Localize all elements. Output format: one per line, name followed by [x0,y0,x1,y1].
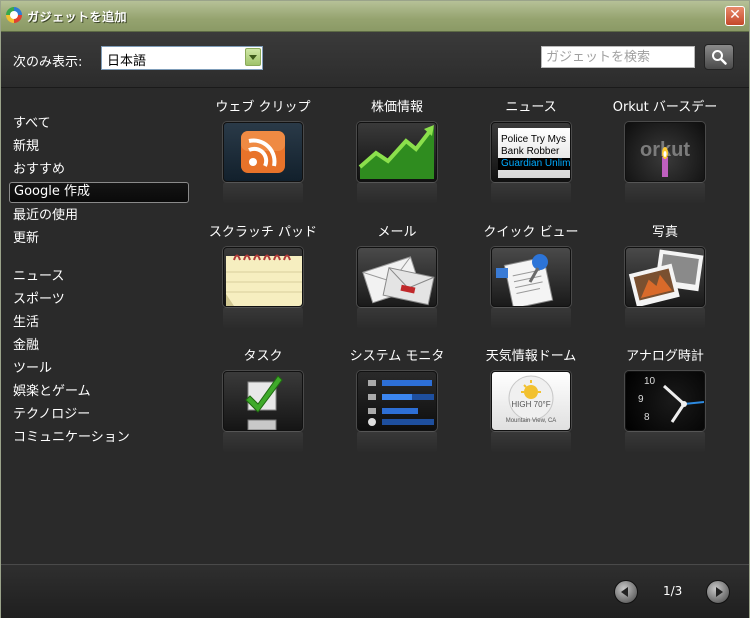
gadget-label: 株価情報 [370,100,423,115]
gadget-label: アナログ時計 [626,349,704,364]
tasks-checkbox-icon[interactable] [223,371,303,431]
gadget-scratch-pad[interactable]: スクラッチ パッド [203,221,323,331]
weather-temperature: HIGH 70°F [511,400,551,409]
category-new[interactable]: 新規 [9,137,189,158]
gadget-label: 天気情報ドーム [485,349,577,364]
category-news[interactable]: ニュース [9,267,189,288]
orkut-cake-icon[interactable]: orkut [625,122,705,182]
language-value: 日本語 [107,54,147,69]
system-monitor-icon[interactable] [357,371,437,431]
news-icon[interactable]: Police Try Mys Bank Robber Guardian Unli… [491,122,571,182]
gadget-web-clip[interactable]: ウェブ クリップ [203,96,323,206]
quick-view-icon[interactable] [491,247,571,307]
gadget-orkut-birthday[interactable]: Orkut バースデー orkut [605,96,725,206]
gadget-label: ウェブ クリップ [215,100,311,115]
news-source: Guardian Unlim [498,158,570,170]
gadget-label: 写真 [651,225,678,240]
analog-clock-icon[interactable]: 10 9 8 [625,371,705,431]
category-finance[interactable]: 金融 [9,336,189,357]
gadget-label: クイック ビュー [483,225,579,240]
gadget-stock-quotes[interactable]: 株価情報 [337,96,457,206]
filter-label: 次のみ表示: [13,55,83,70]
gadget-label: タスク [243,349,283,364]
gadget-tasks[interactable]: タスク [203,345,323,455]
category-google[interactable]: Google 作成 [9,182,189,203]
category-updated[interactable]: 更新 [9,229,189,250]
add-gadgets-window: ガジェットを追加 ✕ 次のみ表示: 日本語 すべて 新規 おすすめ Google… [0,0,750,618]
weather-globe-icon[interactable]: HIGH 70°F Mountain View, CA [491,371,571,431]
mail-icon[interactable] [357,247,437,307]
gadget-analog-clock[interactable]: アナログ時計 10 9 8 [605,345,725,455]
gadget-label: ニュース [505,100,557,115]
photos-icon[interactable] [625,247,705,307]
google-desktop-icon [6,7,22,23]
prev-page-button[interactable] [614,580,638,604]
weather-location: Mountain View, CA [505,418,557,424]
news-headline-1: Police Try Mys [501,134,567,145]
category-recommended[interactable]: おすすめ [9,160,189,181]
category-tools[interactable]: ツール [9,359,189,380]
close-button[interactable]: ✕ [725,6,745,26]
pagination-bar: 1/3 [1,564,749,618]
next-page-button[interactable] [706,580,730,604]
gadget-news[interactable]: ニュース Police Try Mys Bank Robber Guardian… [471,96,591,206]
gadget-label: システム モニタ [349,349,445,364]
search-input[interactable] [541,46,695,68]
gadget-mail[interactable]: メール [337,221,457,331]
gadget-photos[interactable]: 写真 [605,221,725,331]
window-title: ガジェットを追加 [27,10,128,24]
rss-icon[interactable] [223,122,303,182]
title-bar[interactable]: ガジェットを追加 ✕ [1,1,749,32]
category-all[interactable]: すべて [9,114,189,135]
language-select[interactable]: 日本語 [101,46,263,70]
gadget-label: Orkut バースデー [612,100,718,115]
category-communication[interactable]: コミュニケーション [9,428,189,449]
gadget-label: スクラッチ パッド [208,225,318,240]
news-headline-2: Bank Robber [501,146,560,157]
gadget-system-monitor[interactable]: システム モニタ [337,345,457,455]
category-recent[interactable]: 最近の使用 [9,206,189,227]
chevron-down-icon[interactable] [245,48,261,66]
gadget-quick-view[interactable]: クイック ビュー [471,221,591,331]
category-lifestyle[interactable]: 生活 [9,313,189,334]
notepad-icon[interactable] [223,247,303,307]
page-indicator: 1/3 [663,584,683,598]
search-icon [712,50,727,65]
category-technology[interactable]: テクノロジー [9,405,189,426]
stock-chart-icon[interactable] [357,122,437,182]
category-sports[interactable]: スポーツ [9,290,189,311]
main-area: すべて 新規 おすすめ Google 作成 最近の使用 更新 ニュース スポーツ… [1,88,749,564]
category-games[interactable]: 娯楽とゲーム [9,382,189,403]
gadget-label: メール [377,225,417,240]
filter-bar: 次のみ表示: 日本語 [1,32,749,88]
search-button[interactable] [704,44,734,70]
gadget-weather-globe[interactable]: 天気情報ドーム HIGH 70°F Mountain View, CA [471,345,591,455]
